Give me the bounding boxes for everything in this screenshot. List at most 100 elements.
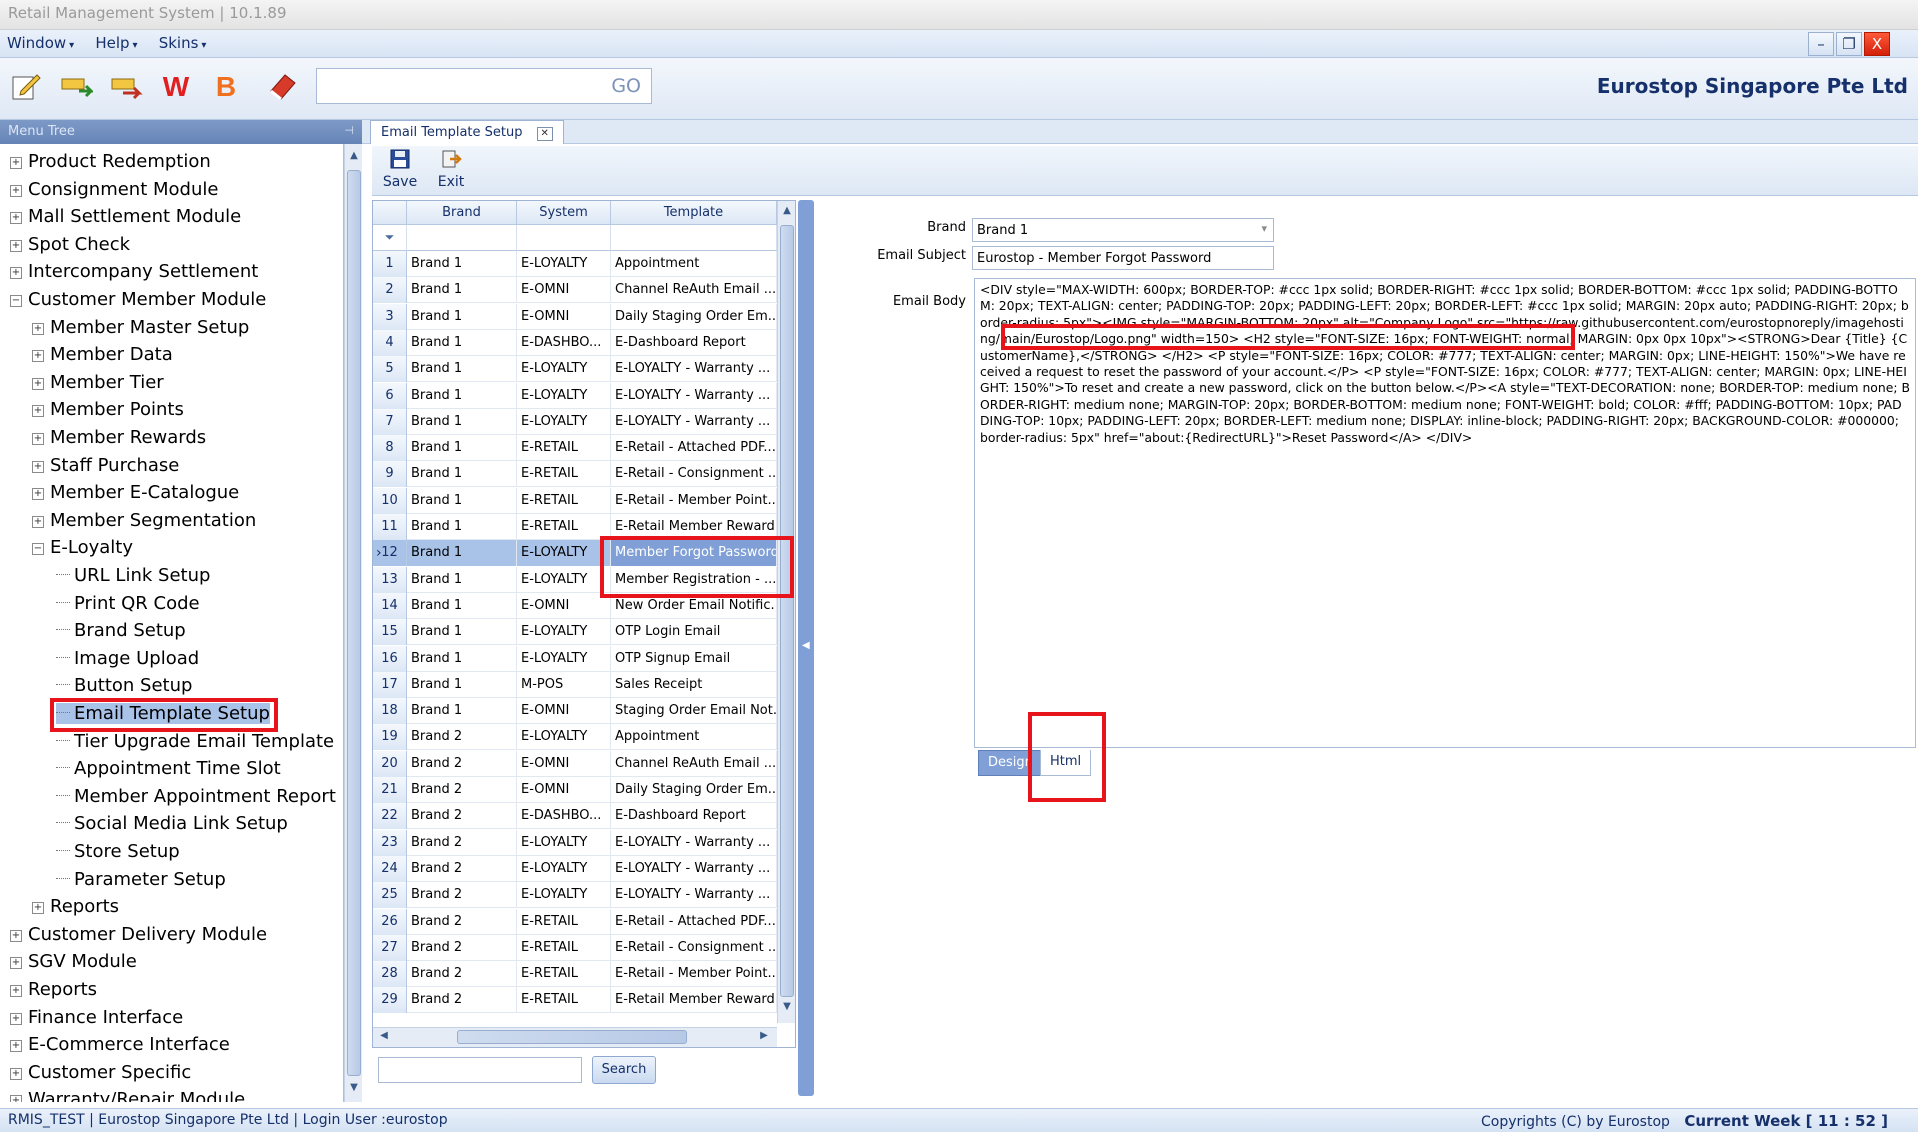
table-row[interactable]: 11 Brand 1 E-RETAIL E-Retail Member Reward: [373, 514, 777, 540]
menu-tree-item[interactable]: + Member Master Setup: [32, 317, 249, 338]
menu-tree-item[interactable]: + Customer Delivery Module: [10, 924, 267, 945]
menu-tree-item[interactable]: + Staff Purchase: [32, 455, 179, 476]
menu-tree-item[interactable]: Tier Upgrade Email Template: [56, 731, 334, 752]
email-subject-input[interactable]: Eurostop - Member Forgot Password: [972, 246, 1274, 270]
restore-button[interactable]: ❐: [1836, 32, 1862, 56]
menu-tree-item[interactable]: + Consignment Module: [10, 179, 218, 200]
cell-system[interactable]: E-LOYALTY: [517, 408, 611, 435]
cell-system[interactable]: E-LOYALTY: [517, 619, 611, 646]
cell-brand[interactable]: Brand 1: [407, 514, 517, 540]
cell-brand[interactable]: Brand 2: [407, 934, 517, 961]
expand-icon[interactable]: +: [10, 184, 22, 197]
table-row[interactable]: 25 Brand 2 E-LOYALTY E-LOYALTY - Warranty .…: [373, 882, 777, 909]
cell-system[interactable]: E-RETAIL: [517, 961, 611, 988]
expand-icon[interactable]: +: [10, 985, 22, 997]
cell-system[interactable]: E-LOYALTY: [517, 855, 611, 882]
scroll-right-icon[interactable]: ▶: [757, 1030, 771, 1046]
menu-tree-item[interactable]: URL Link Setup: [56, 565, 210, 586]
cell-system[interactable]: E-LOYALTY: [517, 251, 611, 277]
table-row[interactable]: 8 Brand 1 E-RETAIL E-Retail - Attached PDF.…: [373, 435, 777, 462]
cell-brand[interactable]: Brand 2: [407, 829, 517, 856]
menu-tree-item[interactable]: + Reports: [10, 979, 97, 1000]
menu-tree-item[interactable]: Store Setup: [56, 841, 180, 862]
table-row[interactable]: 6 Brand 1 E-LOYALTY E-LOYALTY - Warranty ..…: [373, 382, 777, 409]
cell-brand[interactable]: Brand 1: [407, 303, 517, 330]
table-row[interactable]: 9 Brand 1 E-RETAIL E-Retail - Consignment .…: [373, 461, 777, 488]
menu-tree-item[interactable]: Button Setup: [56, 675, 192, 696]
menu-help[interactable]: Help ▾: [95, 34, 147, 52]
cell-brand[interactable]: Brand 2: [407, 855, 517, 882]
cell-system[interactable]: E-RETAIL: [517, 987, 611, 1014]
tab-email-template-setup[interactable]: Email Template Setup ✕: [370, 120, 564, 144]
cell-system[interactable]: E-LOYALTY: [517, 566, 611, 593]
cell-brand[interactable]: Brand 1: [407, 671, 517, 698]
cell-brand[interactable]: Brand 2: [407, 882, 517, 909]
tab-design[interactable]: Design: [978, 750, 1043, 776]
expand-icon[interactable]: +: [10, 1012, 22, 1025]
cell-template[interactable]: E-LOYALTY - Warranty ...: [611, 855, 777, 882]
table-row[interactable]: 12 Brand 1 E-LOYALTY Member Forgot Password…: [373, 540, 777, 567]
expand-icon[interactable]: +: [10, 1040, 22, 1053]
scroll-left-icon[interactable]: ◀: [377, 1030, 391, 1046]
filter-system-input[interactable]: [517, 225, 611, 251]
cell-system[interactable]: E-RETAIL: [517, 934, 611, 961]
cell-system[interactable]: E-LOYALTY: [517, 882, 611, 909]
expand-icon[interactable]: +: [32, 405, 44, 418]
table-row[interactable]: 28 Brand 2 E-RETAIL E-Retail - Member Point…: [373, 961, 777, 988]
menu-tree-item[interactable]: Parameter Setup: [56, 869, 226, 890]
grid-horizontal-scrollbar[interactable]: ◀ ▶: [373, 1027, 777, 1047]
quick-search-box[interactable]: GO: [316, 68, 652, 104]
cell-template[interactable]: Appointment: [611, 251, 777, 277]
menu-tree-item[interactable]: + Product Redemption: [10, 151, 211, 172]
table-row[interactable]: 23 Brand 2 E-LOYALTY E-LOYALTY - Warranty .…: [373, 829, 777, 856]
cell-system[interactable]: E-LOYALTY: [517, 540, 611, 567]
expand-icon[interactable]: +: [32, 515, 44, 528]
cell-system[interactable]: E-OMNI: [517, 698, 611, 725]
scroll-thumb[interactable]: [457, 1030, 687, 1044]
cell-brand[interactable]: Brand 1: [407, 251, 517, 277]
cell-system[interactable]: E-LOYALTY: [517, 645, 611, 672]
cell-template[interactable]: E-Retail Member Reward: [611, 987, 777, 1014]
table-row[interactable]: 15 Brand 1 E-LOYALTY OTP Login Email: [373, 619, 777, 646]
cell-brand[interactable]: Brand 1: [407, 645, 517, 672]
menu-tree-item[interactable]: + Customer Specific: [10, 1062, 191, 1083]
eraser-icon[interactable]: [264, 69, 300, 105]
save-button[interactable]: Save: [380, 148, 420, 190]
cell-brand[interactable]: Brand 2: [407, 750, 517, 777]
expand-icon[interactable]: +: [10, 239, 22, 252]
menu-tree-item[interactable]: + Reports: [32, 896, 119, 917]
cell-brand[interactable]: Brand 2: [407, 803, 517, 830]
table-row[interactable]: 21 Brand 2 E-OMNI Daily Staging Order Em...: [373, 777, 777, 803]
cell-template[interactable]: Staging Order Email Not...: [611, 698, 777, 725]
cell-system[interactable]: E-LOYALTY: [517, 829, 611, 856]
menu-tree-item[interactable]: Appointment Time Slot: [56, 758, 281, 779]
table-row[interactable]: 3 Brand 1 E-OMNI Daily Staging Order Em...: [373, 303, 777, 330]
cell-template[interactable]: Channel ReAuth Email ...: [611, 277, 777, 304]
scroll-down-icon[interactable]: ▼: [347, 1082, 361, 1098]
cell-template[interactable]: Daily Staging Order Em...: [611, 303, 777, 330]
cell-brand[interactable]: Brand 1: [407, 540, 517, 567]
table-row[interactable]: 22 Brand 2 E-DASHBO... E-Dashboard Report: [373, 803, 777, 830]
table-row[interactable]: 10 Brand 1 E-RETAIL E-Retail - Member Point…: [373, 487, 777, 514]
edit-icon[interactable]: [8, 69, 44, 105]
expand-icon[interactable]: +: [10, 212, 22, 225]
cell-template[interactable]: E-Retail - Attached PDF...: [611, 908, 777, 935]
menu-tree-scrollbar[interactable]: ▲ ▼: [344, 144, 362, 1102]
cell-brand[interactable]: Brand 1: [407, 356, 517, 383]
expand-icon[interactable]: +: [10, 929, 22, 942]
cell-template[interactable]: Channel ReAuth Email ...: [611, 750, 777, 777]
minimize-button[interactable]: –: [1808, 32, 1834, 56]
cell-system[interactable]: E-LOYALTY: [517, 356, 611, 383]
cell-template[interactable]: E-LOYALTY - Warranty ...: [611, 356, 777, 383]
menu-tree-item[interactable]: + Member E-Catalogue: [32, 482, 239, 503]
cell-template[interactable]: E-Retail - Member Point...: [611, 487, 777, 514]
scroll-thumb[interactable]: [780, 225, 794, 997]
table-row[interactable]: 19 Brand 2 E-LOYALTY Appointment: [373, 724, 777, 751]
menu-tree-item[interactable]: + Spot Check: [10, 234, 130, 255]
transfer-icon[interactable]: [58, 69, 95, 105]
menu-tree-item[interactable]: Email Template Setup: [56, 703, 270, 724]
cell-system[interactable]: M-POS: [517, 671, 611, 698]
table-row[interactable]: 24 Brand 2 E-LOYALTY E-LOYALTY - Warranty .…: [373, 855, 777, 882]
cell-template[interactable]: E-LOYALTY - Warranty ...: [611, 408, 777, 435]
expand-icon[interactable]: +: [32, 377, 44, 390]
